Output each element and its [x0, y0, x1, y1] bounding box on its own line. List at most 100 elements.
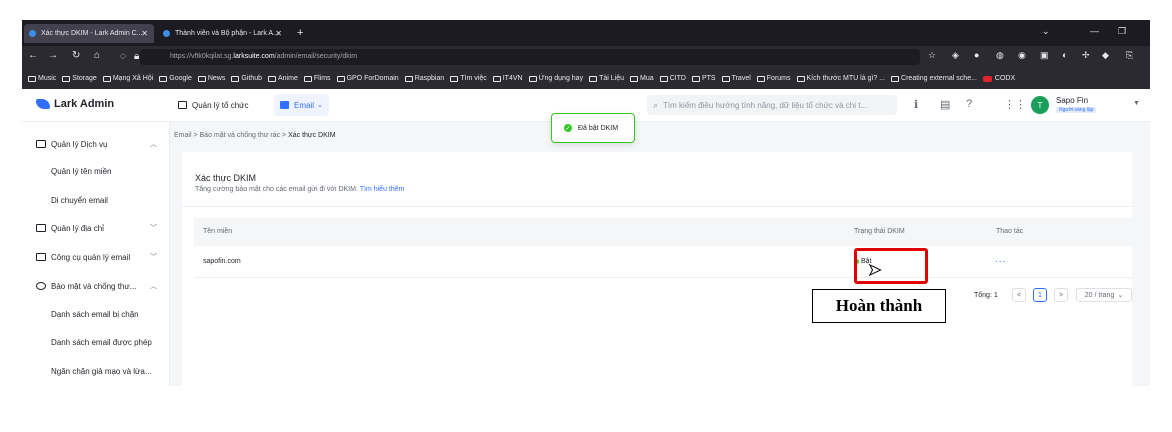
browser-tab-members[interactable]: Thành viên và Bộ phận - Lark A... ✕ — [158, 24, 288, 43]
bookmark-label: Raspbian — [414, 75, 445, 82]
extension-icon[interactable]: ◍ — [996, 50, 1004, 61]
bookmark-item[interactable]: Raspbian — [404, 75, 445, 82]
sidebar-item-label: Công cụ quản lý email — [51, 252, 131, 262]
nav-org-management[interactable]: Quản lý tổ chức — [172, 94, 255, 116]
bookmark-item[interactable]: Github — [231, 75, 262, 82]
sidebar-item-service-management[interactable]: Quản lý Dịch vụ ︿ — [22, 130, 170, 158]
sidebar-item-domain-management[interactable]: Quản lý tên miền — [51, 167, 111, 176]
pagination-prev-button[interactable]: < — [1012, 288, 1026, 302]
address-bar[interactable]: ◌ 🔒︎ https://vftk0kqilat.sg.larksuite.co… — [120, 49, 920, 65]
apps-grid-icon[interactable]: ⋮⋮ — [1004, 98, 1026, 111]
extension-icon[interactable]: ◉ — [1018, 50, 1026, 61]
bookmark-item[interactable]: Music — [28, 75, 56, 82]
bookmark-item[interactable]: Forums — [756, 75, 791, 82]
lark-favicon-icon — [29, 30, 36, 37]
sidebar-item-address-management[interactable]: Quản lý địa chỉ ﹀ — [22, 214, 170, 242]
restore-icon[interactable]: ❐ — [1118, 26, 1126, 37]
description-text: Tăng cường bảo mật cho các email gửi đi … — [195, 186, 358, 193]
minimize-icon[interactable]: — — [1090, 26, 1099, 36]
reload-icon[interactable]: ↻ — [72, 50, 80, 61]
search-input[interactable]: ⌕ Tìm kiếm điều hướng tính năng, dữ liệu… — [647, 95, 897, 115]
mouse-cursor-icon: ➤ — [867, 262, 882, 280]
shield-icon[interactable]: ◌ — [120, 51, 126, 62]
more-actions-button[interactable]: ... — [995, 254, 1006, 265]
bookmark-item[interactable]: Flims — [303, 75, 331, 82]
bookmark-item[interactable]: Creating external sche... — [891, 75, 977, 82]
bookmark-item[interactable]: PTS — [691, 75, 716, 82]
breadcrumb-email[interactable]: Email — [174, 132, 192, 139]
bookmark-item[interactable]: Storage — [62, 75, 97, 82]
close-tab-icon[interactable]: ✕ — [275, 29, 282, 38]
page-size-select[interactable]: 20 / trang ⌄ — [1076, 288, 1132, 302]
tab-list-icon[interactable]: ⌄ — [1042, 26, 1050, 37]
lark-admin-logo[interactable]: Lark Admin — [36, 98, 114, 110]
pagination-page-1[interactable]: 1 — [1033, 288, 1047, 302]
folder-icon — [659, 75, 668, 82]
extension-icon[interactable]: ◐ — [1062, 50, 1067, 60]
extension-icon[interactable]: ▣ — [1040, 50, 1049, 61]
bookmark-item[interactable]: GPO ForDomain — [336, 75, 399, 82]
bookmark-item[interactable]: CODX — [982, 75, 1015, 82]
home-icon[interactable]: ⌂ — [94, 50, 100, 61]
bookmarks-bar: Music Storage Mạng Xã Hội Google News Github A… — [22, 68, 1150, 89]
sidebar-item-email-tools[interactable]: Công cụ quản lý email ﹀ — [22, 243, 170, 271]
lark-logo-icon — [36, 99, 50, 109]
avatar[interactable]: T — [1031, 96, 1049, 114]
address-card-icon — [36, 224, 46, 232]
bookmark-item[interactable]: Ứng dụng hay — [528, 75, 583, 82]
headset-icon[interactable]: ℹ — [914, 98, 918, 111]
close-tab-icon[interactable]: ✕ — [141, 29, 148, 38]
sidebar-item-allowed-emails[interactable]: Danh sách email được phép — [51, 338, 152, 347]
bookmark-item[interactable]: Kích thước MTU là gì? ... — [796, 75, 885, 82]
bookmark-item[interactable]: Mạng Xã Hội — [102, 75, 153, 82]
user-menu-caret-icon[interactable]: ▼ — [1133, 100, 1140, 107]
browser-tab-dkim[interactable]: Xác thực DKIM - Lark Admin C... ✕ — [24, 24, 154, 43]
folder-icon — [404, 75, 413, 82]
bookmark-item[interactable]: Mua — [629, 75, 654, 82]
bookmark-item[interactable]: Anime — [268, 75, 298, 82]
folder-icon — [102, 75, 111, 82]
back-icon[interactable]: ← — [28, 50, 38, 61]
folder-icon — [691, 75, 700, 82]
success-toast: ✓ Đã bật DKIM — [551, 113, 635, 143]
folder-icon — [197, 75, 206, 82]
url-text[interactable]: https://vftk0kqilat.sg.larksuite.com/adm… — [170, 53, 357, 60]
bookmark-item[interactable]: CITD — [659, 75, 686, 82]
folder-icon — [450, 75, 459, 82]
bookmark-item[interactable]: Tìm việc — [450, 75, 487, 82]
bookmark-item[interactable]: IT4VN — [492, 75, 523, 82]
breadcrumb-security[interactable]: Bảo mật và chống thư rác — [200, 132, 281, 139]
bookmark-label: Mua — [639, 75, 654, 82]
new-tab-icon[interactable]: + — [297, 27, 303, 39]
lock-icon[interactable]: 🔒︎ — [134, 51, 139, 62]
folder-icon — [492, 75, 501, 82]
forward-icon[interactable]: → — [48, 50, 58, 61]
pagination-next-button[interactable]: > — [1054, 288, 1068, 302]
nav-label: Quản lý tổ chức — [192, 100, 249, 110]
sidebar: Quản lý Dịch vụ ︿ Quản lý tên miền Di ch… — [22, 122, 170, 386]
folder-icon — [336, 75, 345, 82]
bookmark-item[interactable]: News — [197, 75, 225, 82]
sidebar-item-anti-spoofing[interactable]: Ngăn chặn giả mạo và lừa... — [51, 367, 152, 376]
extension-icon[interactable]: ● — [974, 50, 979, 60]
learn-more-link[interactable]: Tìm hiểu thêm — [360, 186, 405, 193]
search-icon: ⌕ — [653, 99, 659, 110]
table-header: Tên miền Trạng thái DKIM Thao tác — [194, 218, 1132, 246]
bookmark-item[interactable]: Google — [159, 75, 192, 82]
extension-icon[interactable]: ✢ — [1082, 50, 1090, 61]
bookmark-item[interactable]: Tài Liệu — [589, 75, 624, 82]
bookmark-star-icon[interactable]: ☆ — [928, 50, 936, 61]
nav-email[interactable]: Email ⌄ — [274, 94, 329, 116]
extensions-menu-icon[interactable]: ⎘ — [1126, 50, 1133, 61]
column-header-actions: Thao tác — [996, 228, 1024, 235]
extension-icon[interactable]: ◆ — [1102, 50, 1109, 61]
help-icon[interactable]: ? — [966, 98, 972, 110]
breadcrumb: Email > Bảo mật và chống thư rác > Xác t… — [174, 132, 336, 139]
sidebar-item-blocked-emails[interactable]: Danh sách email bị chặn — [51, 310, 139, 319]
notes-icon[interactable]: ▤ — [940, 98, 950, 111]
pocket-icon[interactable]: ◈ — [952, 50, 959, 61]
sidebar-item-security-antispam[interactable]: Bảo mật và chống thư... ︿ — [22, 272, 170, 300]
domain-cell: sapofin.com — [203, 258, 241, 265]
bookmark-item[interactable]: Travel — [721, 75, 751, 82]
sidebar-item-email-migration[interactable]: Di chuyển email — [51, 196, 108, 205]
